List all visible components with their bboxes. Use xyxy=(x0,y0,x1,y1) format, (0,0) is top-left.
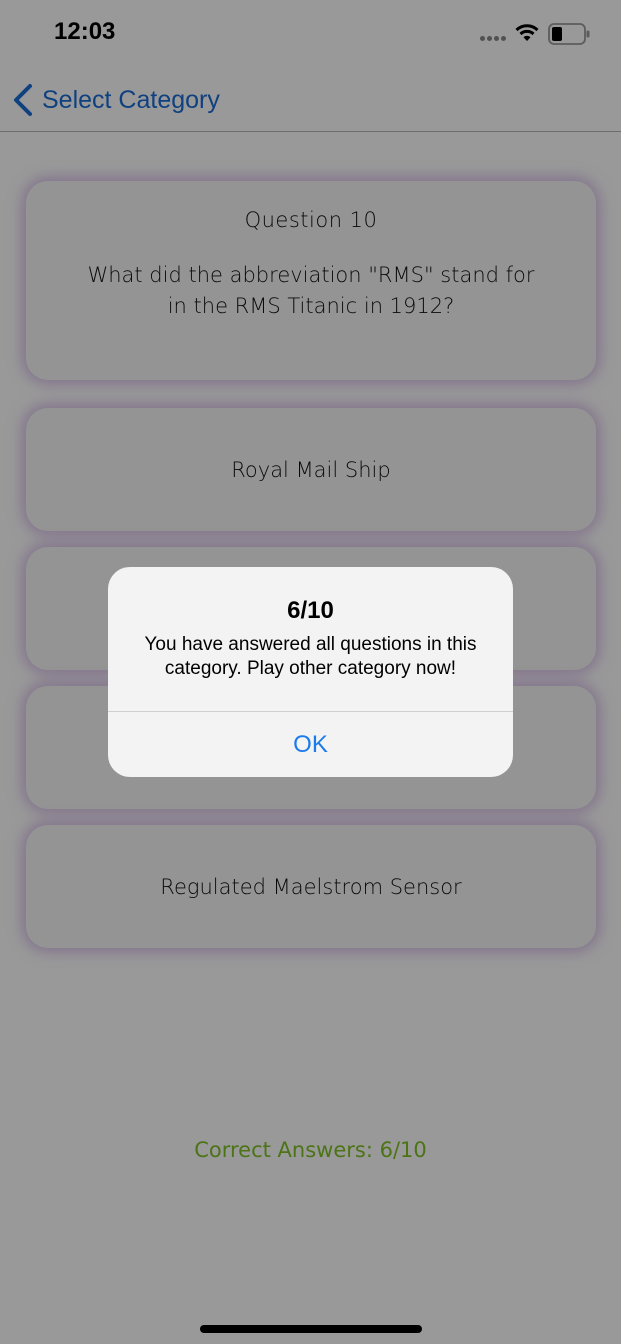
alert-dialog: 6/10 You have answered all questions in … xyxy=(108,567,513,777)
home-indicator[interactable] xyxy=(200,1325,422,1333)
alert-title: 6/10 xyxy=(287,597,334,624)
ok-button[interactable]: OK xyxy=(108,712,513,777)
alert-message: You have answered all questions in this … xyxy=(144,634,477,679)
